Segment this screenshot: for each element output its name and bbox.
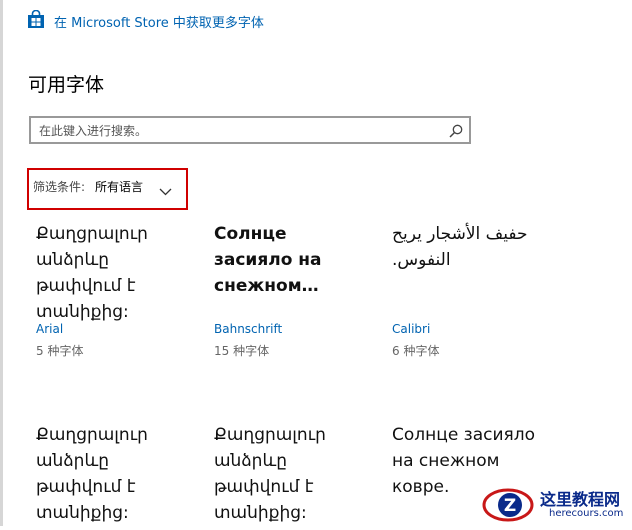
search-icon[interactable] — [449, 123, 463, 142]
language-filter-dropdown[interactable]: 筛选条件: 所有语言 — [27, 168, 188, 210]
font-card-bahnschrift[interactable]: Солнце засияло на снежном… Bahnschrift 1… — [214, 221, 384, 358]
font-sample-text: Քաղցրալուր անձրևը թափվում է տանիքից: — [36, 224, 148, 322]
store-bag-icon — [27, 9, 45, 33]
filter-value: 所有语言 — [95, 180, 144, 194]
search-input[interactable] — [39, 122, 439, 140]
font-name: Calibri — [392, 322, 431, 336]
window-left-edge — [0, 0, 3, 526]
font-card-arial[interactable]: Քաղցրալուր անձրևը թափվում է տանիքից: Ari… — [36, 221, 206, 358]
font-card[interactable]: Քաղցրալուր անձրևը թափվում է տանիքից: — [214, 422, 384, 526]
font-sample-text: حفيف الأشجار يريح النفوس. — [392, 224, 528, 270]
microsoft-store-link[interactable]: 在 Microsoft Store 中获取更多字体 — [27, 9, 264, 33]
page-title: 可用字体 — [28, 74, 105, 96]
font-sample-text: Քաղցրալուր անձրևը թափվում է տանիքից: — [36, 425, 148, 523]
filter-label: 筛选条件: — [33, 180, 86, 194]
font-count: 6 种字体 — [392, 344, 440, 358]
search-box[interactable] — [29, 116, 471, 144]
font-sample-text: Քաղցրալուր անձրևը թափվում է տանիքից: — [214, 425, 326, 523]
store-link-label: 在 Microsoft Store 中获取更多字体 — [54, 16, 264, 31]
font-card-calibri[interactable]: حفيف الأشجار يريح النفوس. Calibri 6 种字体 — [392, 221, 552, 358]
watermark-title: 这里教程网 — [540, 490, 621, 509]
watermark-logo-letter: Z — [504, 496, 516, 516]
font-name: Arial — [36, 322, 64, 336]
font-name: Bahnschrift — [214, 322, 283, 336]
font-sample-text: Солнце засияло на снежном… — [214, 224, 322, 296]
watermark-url: herecours.com — [549, 508, 624, 519]
font-count: 15 种字体 — [214, 344, 270, 358]
font-count: 5 种字体 — [36, 344, 84, 358]
font-card[interactable]: Քաղցրալուր անձրևը թափվում է տանիքից: — [36, 422, 206, 526]
chevron-down-icon — [159, 181, 172, 200]
